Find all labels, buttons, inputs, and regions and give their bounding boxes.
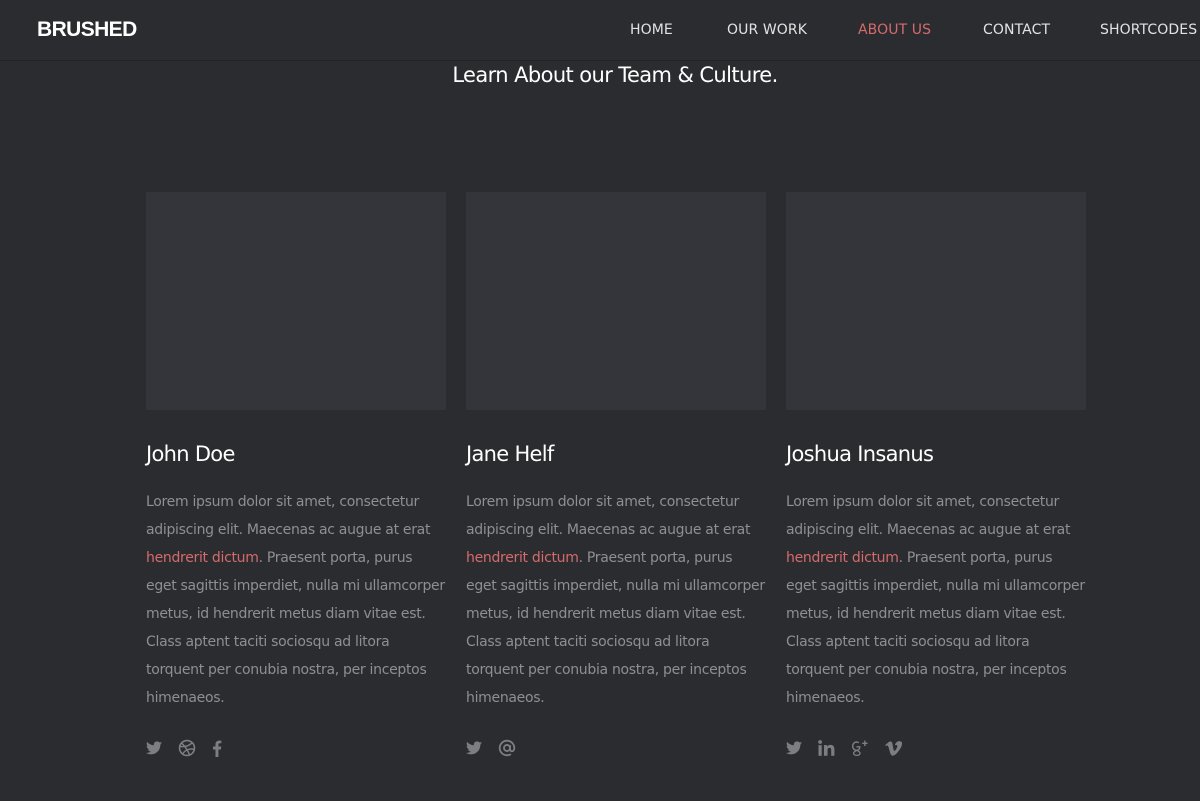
twitter-icon[interactable] xyxy=(466,738,482,758)
member-bio: Lorem ipsum dolor sit amet, consectetur … xyxy=(146,488,446,712)
social-links xyxy=(146,738,238,758)
social-links xyxy=(466,738,532,758)
member-photo-placeholder xyxy=(466,192,766,410)
linkedin-icon[interactable] xyxy=(818,738,835,758)
bio-text: Lorem ipsum dolor sit amet, consectetur … xyxy=(466,494,751,538)
team-member-card: John Doe Lorem ipsum dolor sit amet, con… xyxy=(146,192,446,757)
brand-logo[interactable]: BRUSHED xyxy=(37,17,137,43)
member-name: John Doe xyxy=(146,442,235,466)
google-plus-icon[interactable] xyxy=(851,738,869,758)
nav-item-about-us[interactable]: ABOUT US xyxy=(858,21,931,39)
bio-text: . Praesent porta, purus eget sagittis im… xyxy=(466,550,765,706)
member-bio: Lorem ipsum dolor sit amet, consectetur … xyxy=(466,488,766,712)
nav-item-contact[interactable]: CONTACT xyxy=(983,21,1050,39)
bio-text: Lorem ipsum dolor sit amet, consectetur … xyxy=(146,494,431,538)
member-name: Joshua Insanus xyxy=(786,442,934,466)
bio-text: . Praesent porta, purus eget sagittis im… xyxy=(786,550,1085,706)
nav-item-our-work[interactable]: OUR WORK xyxy=(727,21,807,39)
facebook-icon[interactable] xyxy=(212,738,222,758)
section-title: Learn About our Team & Culture. xyxy=(452,63,778,87)
bio-text: . Praesent porta, purus eget sagittis im… xyxy=(146,550,445,706)
dribbble-icon[interactable] xyxy=(178,738,196,758)
top-navbar: BRUSHED HOME OUR WORK ABOUT US CONTACT S… xyxy=(0,0,1200,61)
bio-link[interactable]: hendrerit dictum xyxy=(146,550,259,566)
member-name: Jane Helf xyxy=(466,442,554,466)
team-member-card: Joshua Insanus Lorem ipsum dolor sit ame… xyxy=(786,192,1086,757)
member-bio: Lorem ipsum dolor sit amet, consectetur … xyxy=(786,488,1086,712)
member-photo-placeholder xyxy=(786,192,1086,410)
member-photo-placeholder xyxy=(146,192,446,410)
bio-link[interactable]: hendrerit dictum xyxy=(466,550,579,566)
bio-link[interactable]: hendrerit dictum xyxy=(786,550,899,566)
nav-item-shortcodes[interactable]: SHORTCODES xyxy=(1100,21,1197,39)
bio-text: Lorem ipsum dolor sit amet, consectetur … xyxy=(786,494,1071,538)
social-links xyxy=(786,738,918,758)
team-member-card: Jane Helf Lorem ipsum dolor sit amet, co… xyxy=(466,192,766,757)
nav-item-home[interactable]: HOME xyxy=(630,21,673,39)
twitter-icon[interactable] xyxy=(786,738,802,758)
email-icon[interactable] xyxy=(498,738,516,758)
twitter-icon[interactable] xyxy=(146,738,162,758)
vimeo-icon[interactable] xyxy=(885,738,902,758)
